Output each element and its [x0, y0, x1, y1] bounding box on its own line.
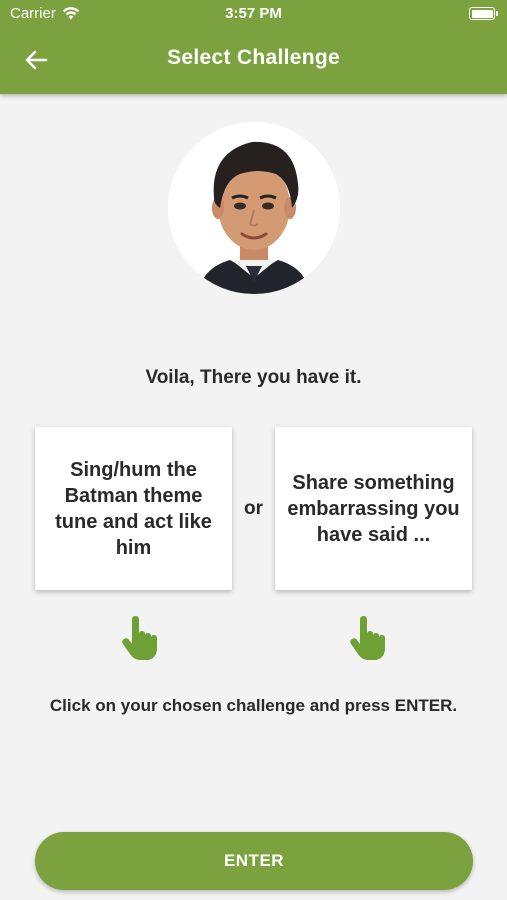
profile-photo [168, 122, 340, 294]
instruction-text: Click on your chosen challenge and press… [49, 696, 458, 715]
page-title: Select Challenge [167, 46, 340, 69]
status-time: 3:57 PM [225, 5, 282, 22]
challenge-card-2[interactable]: Share something embarrassing you have sa… [275, 427, 472, 590]
challenge-card-1-text: Sing/hum the Batman theme tune and act l… [55, 458, 212, 559]
battery-icon [469, 7, 498, 20]
or-separator: or [244, 498, 263, 519]
app-header: Carrier 3:57 PM Select Challenge [0, 0, 507, 94]
hand-pointer-icon[interactable] [348, 616, 388, 662]
challenge-card-2-text: Share something embarrassing you have sa… [287, 471, 460, 546]
status-bar: Carrier 3:57 PM [0, 0, 507, 28]
challenge-card-1[interactable]: Sing/hum the Batman theme tune and act l… [35, 427, 232, 590]
enter-button[interactable]: ENTER [35, 832, 473, 890]
result-message: Voila, There you have it. [145, 367, 362, 388]
hand-pointer-icon[interactable] [120, 616, 160, 662]
avatar [168, 122, 340, 294]
